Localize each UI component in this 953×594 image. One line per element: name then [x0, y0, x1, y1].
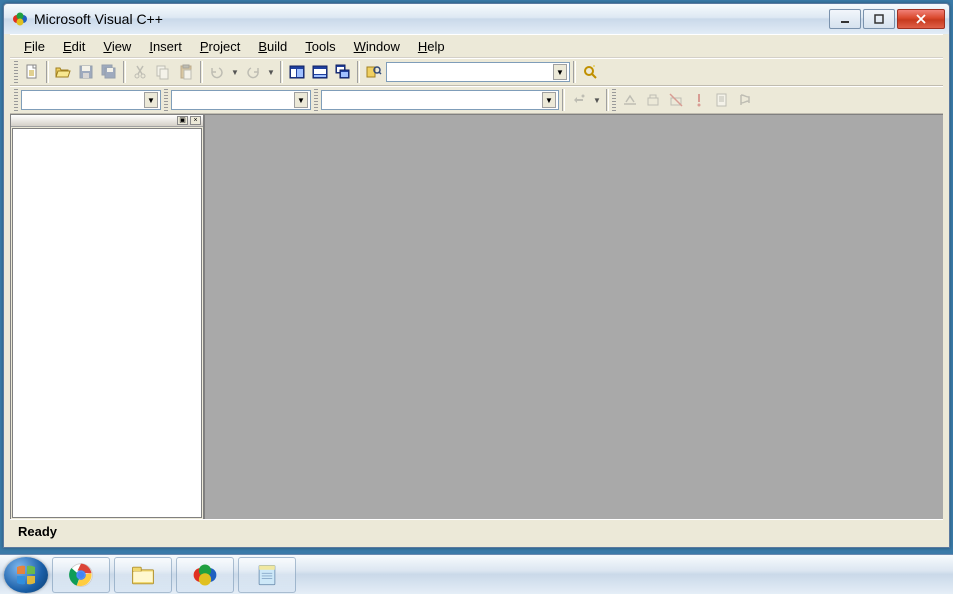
menu-help[interactable]: Help [410, 37, 453, 56]
workspace-button[interactable] [286, 61, 308, 83]
redo-dropdown[interactable]: ▼ [265, 68, 277, 77]
undo-dropdown[interactable]: ▼ [229, 68, 241, 77]
menu-file[interactable]: File [16, 37, 53, 56]
undo-button[interactable] [206, 61, 228, 83]
menu-window[interactable]: Window [346, 37, 408, 56]
app-icon [12, 11, 28, 27]
taskbar [0, 554, 953, 594]
class-combo[interactable]: ▼ [21, 90, 161, 110]
breakpoint-button[interactable] [734, 89, 756, 111]
workspace-tree[interactable] [12, 128, 202, 518]
new-file-button[interactable] [21, 61, 43, 83]
status-text: Ready [18, 524, 57, 539]
toolbar-grip[interactable] [14, 61, 18, 83]
action-dropdown[interactable]: ▼ [591, 96, 603, 105]
standard-toolbar: ▼ ▼ ▼ [10, 58, 943, 86]
panel-dock-button[interactable]: ▣ [177, 116, 188, 125]
find-combo[interactable]: ▼ [386, 62, 570, 82]
member-combo[interactable]: ▼ [321, 90, 559, 110]
window-list-button[interactable] [332, 61, 354, 83]
execute-button[interactable] [688, 89, 710, 111]
class-combo-arrow[interactable]: ▼ [144, 92, 158, 108]
member-combo-arrow[interactable]: ▼ [542, 92, 556, 108]
workspace-panel: ▣ × [11, 115, 205, 519]
redo-button[interactable] [242, 61, 264, 83]
menu-edit[interactable]: Edit [55, 37, 93, 56]
titlebar[interactable]: Microsoft Visual C++ [4, 4, 949, 34]
toolbar-grip[interactable] [314, 89, 318, 111]
find-combo-arrow[interactable]: ▼ [553, 64, 567, 80]
save-button[interactable] [75, 61, 97, 83]
taskbar-explorer[interactable] [114, 557, 172, 593]
mdi-area [205, 115, 943, 519]
panel-close-button[interactable]: × [190, 116, 201, 125]
go-button[interactable] [711, 89, 733, 111]
app-window: Microsoft Visual C++ File Edit View Inse… [3, 3, 950, 548]
menu-project[interactable]: Project [192, 37, 248, 56]
workspace-panel-header[interactable]: ▣ × [11, 115, 203, 127]
find-in-files-button[interactable] [363, 61, 385, 83]
open-button[interactable] [52, 61, 74, 83]
menu-view[interactable]: View [95, 37, 139, 56]
compile-button[interactable] [619, 89, 641, 111]
menu-insert[interactable]: Insert [141, 37, 190, 56]
start-button[interactable] [4, 557, 48, 593]
action-button[interactable] [568, 89, 590, 111]
window-title: Microsoft Visual C++ [34, 11, 829, 27]
taskbar-vcpp[interactable] [176, 557, 234, 593]
stop-build-button[interactable] [665, 89, 687, 111]
toolbar-grip[interactable] [164, 89, 168, 111]
minimize-button[interactable] [829, 9, 861, 29]
copy-button[interactable] [152, 61, 174, 83]
maximize-button[interactable] [863, 9, 895, 29]
output-button[interactable] [309, 61, 331, 83]
statusbar: Ready [10, 519, 943, 543]
taskbar-notepad[interactable] [238, 557, 296, 593]
filter-combo-arrow[interactable]: ▼ [294, 92, 308, 108]
filter-combo[interactable]: ▼ [171, 90, 311, 110]
paste-button[interactable] [175, 61, 197, 83]
menu-build[interactable]: Build [250, 37, 295, 56]
client-area: ▣ × [10, 114, 943, 519]
toolbar-grip[interactable] [14, 89, 18, 111]
menu-tools[interactable]: Tools [297, 37, 343, 56]
toolbar-grip[interactable] [612, 89, 616, 111]
save-all-button[interactable] [98, 61, 120, 83]
menubar: File Edit View Insert Project Build Tool… [10, 34, 943, 58]
taskbar-chrome[interactable] [52, 557, 110, 593]
wizard-toolbar: ▼ ▼ ▼ ▼ [10, 86, 943, 114]
close-button[interactable] [897, 9, 945, 29]
find-button[interactable] [579, 61, 601, 83]
cut-button[interactable] [129, 61, 151, 83]
build-button[interactable] [642, 89, 664, 111]
